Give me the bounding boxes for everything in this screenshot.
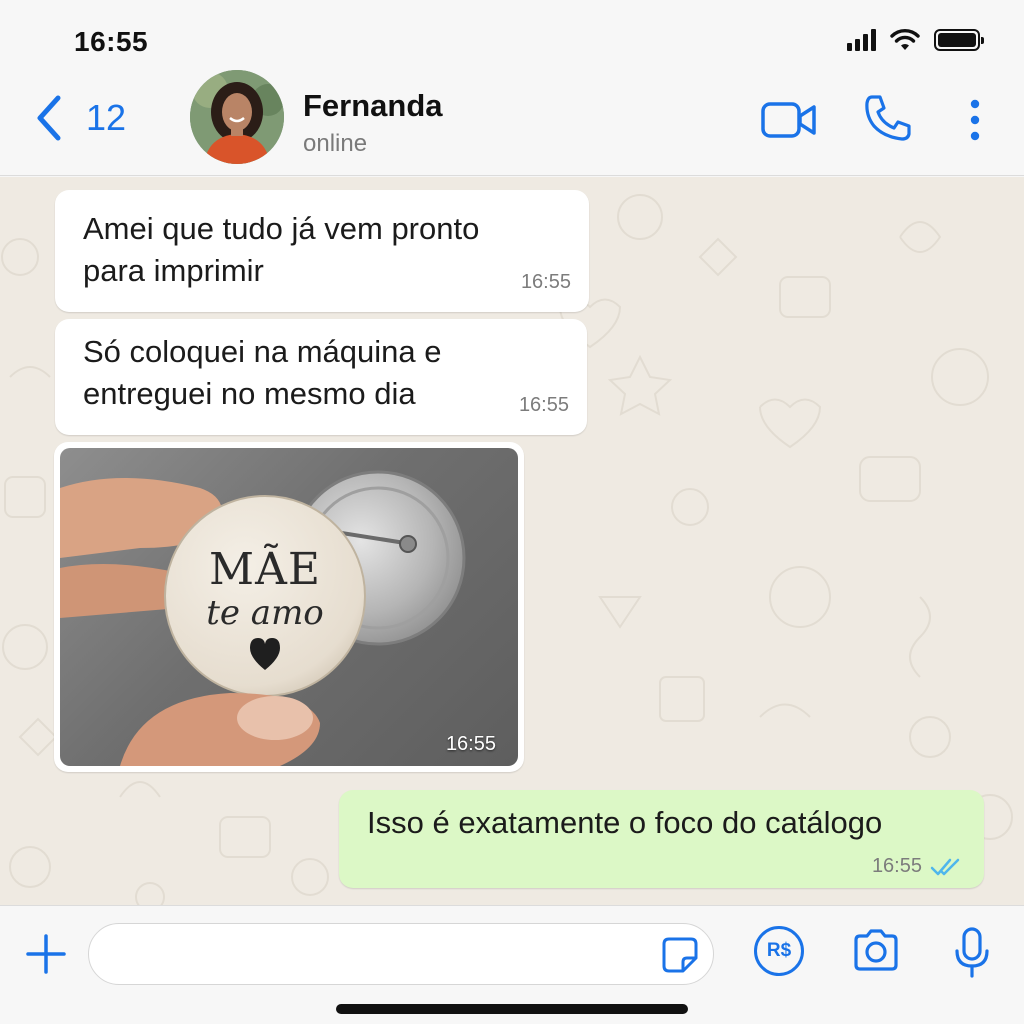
badge-text-line2: te amo bbox=[206, 593, 324, 633]
message-bubble-incoming[interactable]: Amei que tudo já vem pronto para imprimi… bbox=[55, 190, 589, 312]
signal-icon bbox=[847, 29, 876, 51]
message-input-container bbox=[88, 923, 714, 985]
more-vertical-icon[interactable] bbox=[964, 98, 986, 142]
video-call-icon[interactable] bbox=[760, 100, 818, 140]
camera-icon[interactable] bbox=[851, 928, 901, 972]
message-text: Amei que tudo já vem pronto para imprimi… bbox=[83, 211, 480, 288]
microphone-icon[interactable] bbox=[952, 926, 992, 980]
phone-icon[interactable] bbox=[862, 92, 914, 144]
message-time: 16:55 bbox=[520, 271, 571, 293]
message-text: Isso é exatamente o foco do catálogo bbox=[367, 805, 883, 840]
payment-icon: R$ bbox=[766, 940, 792, 961]
message-input[interactable] bbox=[109, 934, 649, 974]
message-photo[interactable]: MÃE te amo 16:55 bbox=[60, 448, 518, 766]
message-time: 16:55 bbox=[518, 394, 569, 416]
unread-count: 12 bbox=[86, 97, 127, 138]
message-bubble-image[interactable]: MÃE te amo 16:55 bbox=[54, 442, 524, 772]
battery-icon bbox=[934, 29, 984, 51]
chevron-left-icon bbox=[37, 95, 61, 141]
message-time: 16:55 bbox=[445, 733, 496, 755]
message-bubble-outgoing[interactable]: Isso é exatamente o foco do catálogo 16:… bbox=[339, 790, 984, 888]
home-indicator bbox=[336, 1004, 688, 1014]
message-bubble-incoming[interactable]: Só coloquei na máquina e entreguei no me… bbox=[55, 319, 587, 435]
button-badge-photo: MÃE te amo bbox=[60, 470, 466, 766]
wifi-icon bbox=[890, 29, 920, 50]
back-button[interactable]: 12 bbox=[30, 92, 126, 144]
message-text: Só coloquei na máquina e entreguei no me… bbox=[83, 334, 442, 411]
badge-text-line1: MÃE bbox=[209, 542, 321, 595]
chat-area[interactable]: Amei que tudo já vem pronto para imprimi… bbox=[0, 177, 1024, 905]
message-time: 16:55 bbox=[871, 855, 922, 877]
status-time: 16:55 bbox=[74, 26, 149, 57]
contact-avatar[interactable] bbox=[190, 70, 284, 164]
status-bar: 16:55 bbox=[0, 0, 1024, 76]
input-bar: R$ bbox=[0, 905, 1024, 1024]
plus-icon[interactable] bbox=[26, 934, 66, 974]
payment-button[interactable]: R$ bbox=[754, 926, 804, 976]
read-receipt-icon bbox=[930, 858, 960, 876]
sticker-icon[interactable] bbox=[661, 936, 699, 974]
status-icons bbox=[847, 28, 984, 52]
contact-name[interactable]: Fernanda bbox=[303, 88, 443, 124]
contact-status: online bbox=[303, 130, 368, 157]
chat-header: 12 Fernanda online bbox=[0, 70, 1024, 176]
